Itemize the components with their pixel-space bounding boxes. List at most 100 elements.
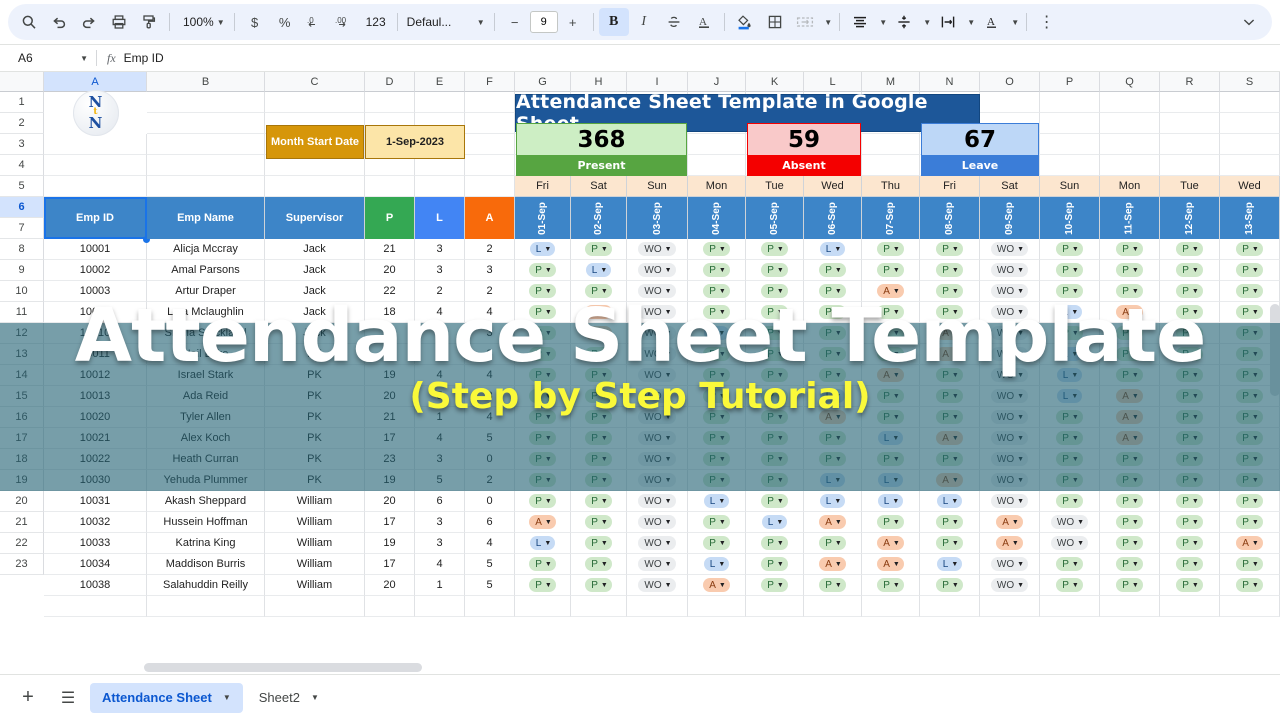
cell-attendance[interactable]: P ▼ xyxy=(746,491,804,512)
attendance-chip-p[interactable]: P ▼ xyxy=(877,389,904,403)
attendance-chip-wo[interactable]: WO ▼ xyxy=(990,410,1029,424)
chevron-down-icon[interactable]: ▼ xyxy=(777,456,784,463)
chevron-down-icon[interactable]: ▼ xyxy=(601,414,608,421)
more-options-icon[interactable]: ⋮ xyxy=(1032,8,1062,36)
cell[interactable] xyxy=(688,155,746,176)
attendance-chip-p[interactable]: P ▼ xyxy=(761,452,788,466)
attendance-chip-p[interactable]: P ▼ xyxy=(1056,452,1083,466)
attendance-chip-p[interactable]: P ▼ xyxy=(529,263,556,277)
attendance-chip-l[interactable]: L ▼ xyxy=(819,389,846,403)
attendance-chip-l[interactable]: L ▼ xyxy=(761,515,788,529)
chevron-down-icon[interactable]: ▼ xyxy=(1132,582,1139,589)
chevron-down-icon[interactable]: ▼ xyxy=(1132,393,1139,400)
cell-present-count[interactable]: 19 xyxy=(365,470,415,491)
cell-attendance[interactable]: A ▼ xyxy=(804,512,862,533)
chevron-down-icon[interactable]: ▼ xyxy=(1192,582,1199,589)
chevron-down-icon[interactable]: ▼ xyxy=(777,330,784,337)
cell-leave-count[interactable]: 3 xyxy=(415,239,465,260)
chevron-down-icon[interactable]: ▼ xyxy=(1017,309,1024,316)
merge-cells-dropdown-icon[interactable]: ▼ xyxy=(820,8,834,36)
chevron-down-icon[interactable]: ▼ xyxy=(665,561,672,568)
attendance-chip-p[interactable]: P ▼ xyxy=(936,368,963,382)
cell-attendance[interactable]: P ▼ xyxy=(1100,554,1160,575)
cell-attendance[interactable]: A ▼ xyxy=(920,344,980,365)
cell-supervisor[interactable]: PK xyxy=(265,449,365,470)
cell-emp-name[interactable]: Hussein Hoffman xyxy=(147,512,265,533)
attendance-chip-a[interactable]: A ▼ xyxy=(996,536,1023,550)
cell-present-count[interactable]: 20 xyxy=(365,386,415,407)
cell-absent-count[interactable]: 5 xyxy=(465,575,515,596)
row-header-1[interactable]: 1 xyxy=(0,92,44,113)
date-header-09-Sep[interactable]: 09-Sep xyxy=(980,197,1040,239)
cell-attendance[interactable]: A ▼ xyxy=(1220,533,1280,554)
attendance-chip-p[interactable]: P ▼ xyxy=(585,515,612,529)
attendance-chip-p[interactable]: P ▼ xyxy=(1176,557,1203,571)
cell[interactable] xyxy=(1040,134,1100,155)
column-header-k[interactable]: K xyxy=(746,72,804,92)
cell-attendance[interactable]: P ▼ xyxy=(1160,344,1220,365)
attendance-chip-p[interactable]: P ▼ xyxy=(529,410,556,424)
chevron-down-icon[interactable]: ▼ xyxy=(1017,267,1024,274)
cell-attendance[interactable]: P ▼ xyxy=(1220,575,1280,596)
attendance-chip-p[interactable]: P ▼ xyxy=(936,578,963,592)
date-header-13-Sep[interactable]: 13-Sep xyxy=(1220,197,1280,239)
cell-attendance[interactable]: P ▼ xyxy=(746,344,804,365)
cell-attendance[interactable]: P ▼ xyxy=(571,407,627,428)
attendance-chip-p[interactable]: P ▼ xyxy=(1056,557,1083,571)
chevron-down-icon[interactable]: ▼ xyxy=(545,582,552,589)
cell-emp-name[interactable]: Alicja Mccray xyxy=(147,239,265,260)
chevron-down-icon[interactable]: ▼ xyxy=(544,540,551,547)
cell-leave-count[interactable]: 4 xyxy=(415,428,465,449)
attendance-chip-p[interactable]: P ▼ xyxy=(585,473,612,487)
row-header-22[interactable]: 22 xyxy=(0,533,44,554)
chevron-down-icon[interactable]: ▼ xyxy=(777,267,784,274)
cell-attendance[interactable]: P ▼ xyxy=(862,449,920,470)
cell-attendance[interactable]: P ▼ xyxy=(515,386,571,407)
cell-attendance[interactable]: A ▼ xyxy=(515,512,571,533)
chevron-down-icon[interactable]: ▼ xyxy=(835,561,842,568)
chevron-down-icon[interactable]: ▼ xyxy=(1252,372,1259,379)
sheet-tab-attendance-sheet[interactable]: Attendance Sheet ▼ xyxy=(90,682,243,713)
cell-attendance[interactable]: P ▼ xyxy=(1220,449,1280,470)
chevron-down-icon[interactable]: ▼ xyxy=(223,693,231,702)
cell-attendance[interactable]: WO ▼ xyxy=(627,491,688,512)
table-header-a[interactable]: A xyxy=(465,197,515,239)
attendance-chip-l[interactable]: L ▼ xyxy=(819,242,846,256)
chevron-down-icon[interactable]: ▼ xyxy=(665,456,672,463)
chevron-down-icon[interactable]: ▼ xyxy=(545,288,552,295)
chevron-down-icon[interactable]: ▼ xyxy=(835,519,842,526)
chevron-down-icon[interactable]: ▼ xyxy=(1132,456,1139,463)
attendance-chip-p[interactable]: P ▼ xyxy=(761,494,788,508)
cell[interactable] xyxy=(465,92,515,113)
chevron-down-icon[interactable]: ▼ xyxy=(601,519,608,526)
attendance-chip-p[interactable]: P ▼ xyxy=(761,536,788,550)
attendance-chip-p[interactable]: P ▼ xyxy=(1116,263,1143,277)
attendance-chip-l[interactable]: L ▼ xyxy=(703,494,730,508)
cell-attendance[interactable]: P ▼ xyxy=(746,302,804,323)
cell[interactable] xyxy=(1100,155,1160,176)
chevron-down-icon[interactable]: ▼ xyxy=(1192,477,1199,484)
cell[interactable] xyxy=(746,596,804,617)
chevron-down-icon[interactable]: ▼ xyxy=(1077,540,1084,547)
cell-supervisor[interactable]: PK xyxy=(265,365,365,386)
chevron-down-icon[interactable]: ▼ xyxy=(719,519,726,526)
cell-present-count[interactable]: 17 xyxy=(365,554,415,575)
cell-supervisor[interactable]: PK xyxy=(265,386,365,407)
table-header-emp-name[interactable]: Emp Name xyxy=(147,197,265,239)
chevron-down-icon[interactable]: ▼ xyxy=(834,246,841,253)
attendance-chip-l[interactable]: L ▼ xyxy=(1056,368,1083,382)
chevron-down-icon[interactable]: ▼ xyxy=(1017,435,1024,442)
cell-attendance[interactable]: P ▼ xyxy=(515,344,571,365)
chevron-down-icon[interactable]: ▼ xyxy=(718,498,725,505)
column-header-g[interactable]: G xyxy=(515,72,571,92)
cell-absent-count[interactable]: 4 xyxy=(465,365,515,386)
cell-attendance[interactable]: P ▼ xyxy=(746,365,804,386)
cell-supervisor[interactable]: PK xyxy=(265,407,365,428)
redo-icon[interactable] xyxy=(74,8,104,36)
cell-attendance[interactable]: P ▼ xyxy=(804,365,862,386)
cell-emp-id[interactable]: 10020 xyxy=(44,407,147,428)
attendance-chip-p[interactable]: P ▼ xyxy=(877,242,904,256)
chevron-down-icon[interactable]: ▼ xyxy=(893,267,900,274)
percent-format-icon[interactable]: % xyxy=(270,8,300,36)
chevron-down-icon[interactable]: ▼ xyxy=(1072,498,1079,505)
